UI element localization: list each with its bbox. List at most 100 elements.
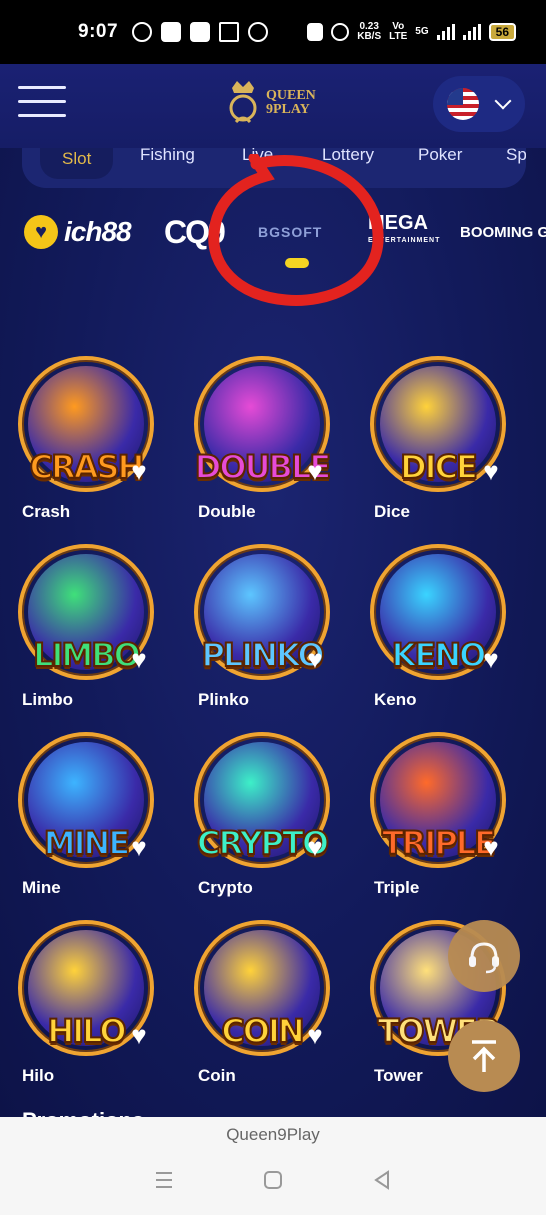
favorite-heart-icon[interactable]: ♥ xyxy=(302,834,328,860)
game-card-hilo[interactable]: HILO ♥ Hilo xyxy=(0,920,154,1086)
back-icon[interactable] xyxy=(371,1169,393,1191)
provider-name: MEGA xyxy=(368,212,428,234)
game-title: Plinko xyxy=(198,690,250,709)
game-card-keno[interactable]: KENO ♥ Keno xyxy=(352,544,506,710)
alarm-icon xyxy=(331,23,350,41)
support-button[interactable] xyxy=(448,920,520,992)
status-time: 9:07 xyxy=(78,21,119,42)
net-speed-unit: KB/S xyxy=(357,31,382,42)
section-heading: Promotions xyxy=(22,1108,144,1117)
video-icon xyxy=(190,22,211,42)
game-title: Hilo xyxy=(22,1066,55,1085)
page-title: Queen9Play xyxy=(226,1125,320,1144)
arrow-up-icon xyxy=(472,1040,496,1072)
recent-apps-icon[interactable] xyxy=(153,1169,175,1191)
headset-icon xyxy=(469,942,499,974)
logo-text: QUEEN 9PLAY xyxy=(266,89,316,117)
home-icon[interactable] xyxy=(262,1169,284,1191)
notification-icons xyxy=(132,22,269,42)
favorite-heart-icon[interactable]: ♥ xyxy=(478,646,504,672)
favorite-heart-icon[interactable]: ♥ xyxy=(126,646,152,672)
tab-lottery[interactable]: Lottery xyxy=(322,148,374,165)
game-card-limbo[interactable]: LIMBO ♥ Limbo xyxy=(0,544,154,710)
game-card-crypto[interactable]: CRYPTO ♥ Crypto xyxy=(176,732,330,898)
game-card-coin[interactable]: COIN ♥ Coin xyxy=(176,920,330,1086)
provider-name: BGSOFT xyxy=(258,224,323,240)
game-card-crash[interactable]: CRASH ♥ Crash xyxy=(0,356,154,522)
game-title: Double xyxy=(198,502,256,521)
app-header: QUEEN 9PLAY xyxy=(0,64,546,148)
chevron-down-icon xyxy=(494,92,512,110)
nfc-icon xyxy=(307,23,324,41)
messenger-icon xyxy=(132,22,153,42)
game-card-dice[interactable]: DICE ♥ Dice xyxy=(352,356,506,522)
game-thumbnail[interactable]: DOUBLE ♥ xyxy=(194,356,332,492)
game-title: Triple xyxy=(374,878,420,897)
scroll-top-button[interactable] xyxy=(448,1020,520,1092)
tab-live[interactable]: Live xyxy=(242,148,273,165)
app-content: QUEEN 9PLAY Slot Fishing Live Lottery Po… xyxy=(0,64,546,1117)
game-thumbnail[interactable]: KENO ♥ xyxy=(370,544,506,680)
game-title: Dice xyxy=(374,502,410,521)
favorite-heart-icon[interactable]: ♥ xyxy=(126,834,152,860)
game-thumbnail[interactable]: DICE ♥ xyxy=(370,356,506,492)
gmail-icon xyxy=(219,22,240,42)
provider-bgsoft[interactable]: BGSOFT xyxy=(258,212,322,252)
signal-icon xyxy=(436,24,455,40)
game-thumbnail[interactable]: TRIPLE ♥ xyxy=(370,732,506,868)
favorite-heart-icon[interactable]: ♥ xyxy=(478,458,504,484)
tab-sports[interactable]: Sports xyxy=(506,148,526,165)
logo-line-1: QUEEN xyxy=(266,88,316,103)
category-tabs: Slot Fishing Live Lottery Poker Sports xyxy=(22,148,526,188)
game-title: Limbo xyxy=(22,690,73,709)
battery-icon: 56 xyxy=(488,23,516,41)
game-title: Mine xyxy=(22,878,61,897)
menu-icon[interactable] xyxy=(18,86,66,122)
provider-cq9[interactable]: CQ9 xyxy=(164,212,226,252)
game-thumbnail[interactable]: CRASH ♥ xyxy=(18,356,154,492)
provider-scroll-indicator xyxy=(285,258,309,268)
network-type: 5G xyxy=(415,26,429,37)
favorite-heart-icon[interactable]: ♥ xyxy=(126,1022,152,1048)
provider-mega[interactable]: MEGA ENTERTAINMENT xyxy=(368,212,440,252)
game-thumbnail[interactable]: PLINKO ♥ xyxy=(194,544,330,680)
favorite-heart-icon[interactable]: ♥ xyxy=(302,1022,328,1048)
game-card-plinko[interactable]: PLINKO ♥ Plinko xyxy=(176,544,330,710)
favorite-heart-icon[interactable]: ♥ xyxy=(126,458,152,484)
signal-icon-2 xyxy=(462,24,481,40)
game-thumbnail[interactable]: LIMBO ♥ xyxy=(18,544,154,680)
game-thumbnail[interactable]: HILO ♥ xyxy=(18,920,154,1056)
favorite-heart-icon[interactable]: ♥ xyxy=(302,458,328,484)
game-card-double[interactable]: DOUBLE ♥ Double xyxy=(176,356,332,522)
favorite-heart-icon[interactable]: ♥ xyxy=(302,646,328,672)
system-nav xyxy=(0,1169,546,1191)
provider-rich88[interactable]: ♥ ich88 xyxy=(24,212,132,252)
game-card-triple[interactable]: TRIPLE ♥ Triple xyxy=(352,732,506,898)
provider-strip: ♥ ich88 CQ9 BGSOFT MEGA ENTERTAINMENT BO… xyxy=(0,202,546,286)
app-s-icon xyxy=(161,22,182,42)
volte-indicator: Vo LTE xyxy=(389,21,408,42)
logo-line-2: 9PLAY xyxy=(266,102,310,117)
game-card-mine[interactable]: MINE ♥ Mine xyxy=(0,732,154,898)
us-flag-icon xyxy=(447,88,479,120)
umbrella-icon xyxy=(248,22,269,42)
favorite-heart-icon[interactable]: ♥ xyxy=(478,834,504,860)
provider-booming[interactable]: BOOMING GAMES xyxy=(460,212,546,252)
game-title: Coin xyxy=(198,1066,236,1085)
game-title: Crash xyxy=(22,502,71,521)
status-right: 0.23 KB/S Vo LTE 5G 56 xyxy=(307,22,516,42)
game-thumbnail[interactable]: MINE ♥ xyxy=(18,732,154,868)
status-bar: 9:07 0.23 KB/S Vo LTE 5G 56 xyxy=(0,0,546,64)
provider-mega-logo: MEGA ENTERTAINMENT xyxy=(368,212,440,250)
tab-slot[interactable]: Slot xyxy=(40,148,114,179)
game-thumbnail[interactable]: COIN ♥ xyxy=(194,920,330,1056)
provider-name: BOOMING GAMES xyxy=(460,223,546,241)
provider-name: ich88 xyxy=(64,216,132,247)
site-logo[interactable]: QUEEN 9PLAY xyxy=(224,78,316,128)
game-title: Crypto xyxy=(198,878,253,897)
language-selector[interactable] xyxy=(433,76,525,132)
queen-crown-icon xyxy=(229,81,257,124)
tab-fishing[interactable]: Fishing xyxy=(140,148,195,165)
tab-poker[interactable]: Poker xyxy=(418,148,462,165)
game-thumbnail[interactable]: CRYPTO ♥ xyxy=(194,732,330,868)
